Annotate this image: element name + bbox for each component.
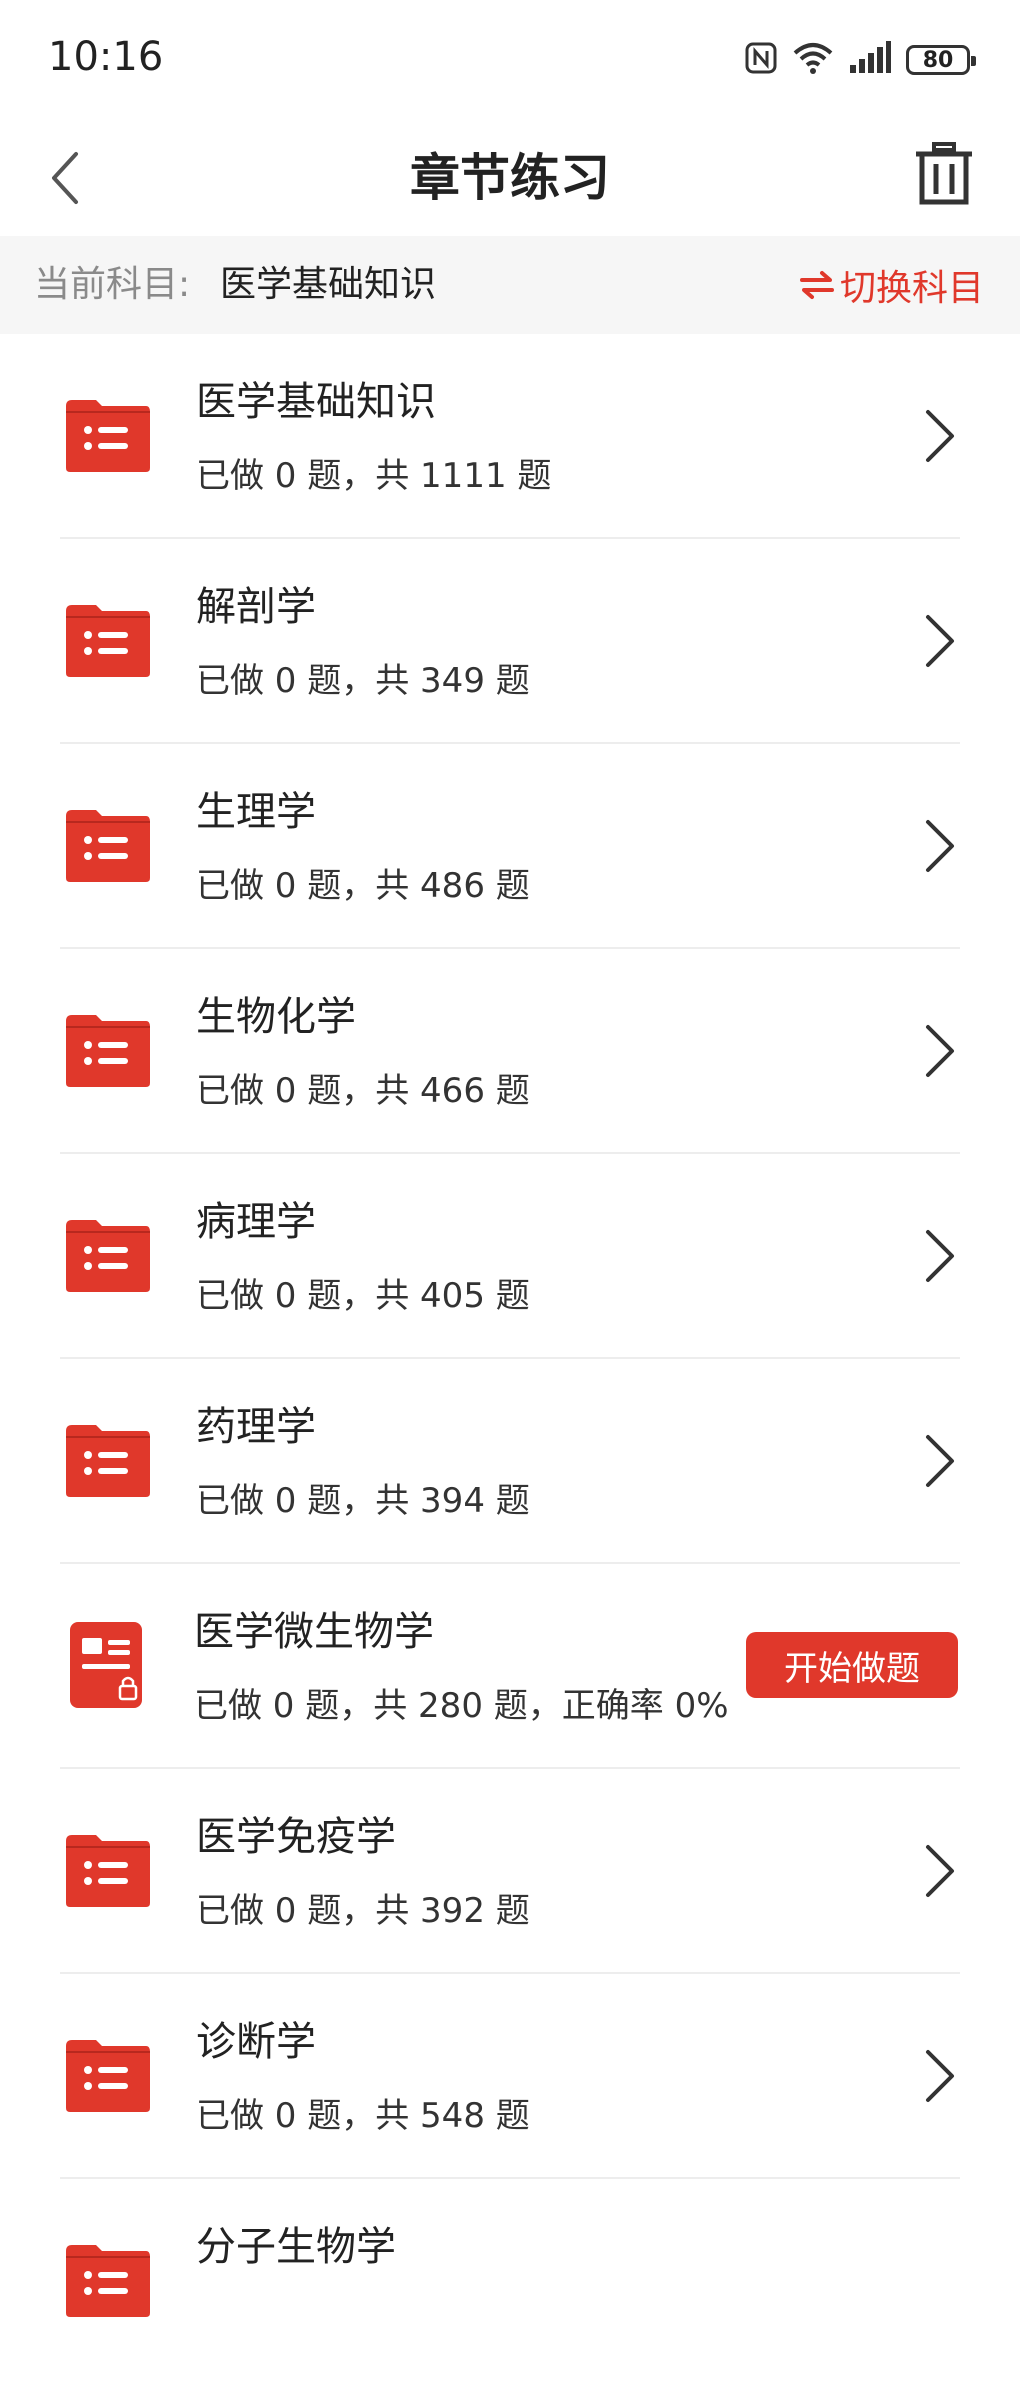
chevron-right-icon bbox=[926, 1230, 954, 1282]
folder-list-icon bbox=[66, 2040, 150, 2112]
folder-list-icon bbox=[66, 1835, 150, 1907]
chapter-title: 生理学 bbox=[196, 789, 316, 835]
chapter-item[interactable]: 生物化学 已做 0 题，共 466 题 bbox=[0, 949, 1020, 1154]
chapter-title: 医学免疫学 bbox=[196, 1814, 396, 1860]
chapter-progress: 已做 0 题，共 466 题 bbox=[196, 1071, 530, 1111]
chapter-title: 药理学 bbox=[196, 1404, 316, 1450]
chevron-right-icon bbox=[926, 820, 954, 872]
folder-list-icon bbox=[66, 2245, 150, 2317]
start-practice-button[interactable]: 开始做题 bbox=[746, 1632, 958, 1698]
chapter-item[interactable]: 诊断学 已做 0 题，共 548 题 bbox=[0, 1974, 1020, 2179]
folder-list-icon bbox=[66, 810, 150, 882]
chapter-title: 医学基础知识 bbox=[196, 379, 436, 425]
subject-value: 医学基础知识 bbox=[220, 264, 437, 305]
status-time: 10:16 bbox=[48, 34, 164, 80]
folder-list-icon bbox=[66, 400, 150, 472]
chapter-progress: 已做 0 题，共 349 题 bbox=[196, 661, 530, 701]
chapter-item[interactable]: 病理学 已做 0 题，共 405 题 bbox=[0, 1154, 1020, 1359]
header: 章节练习 bbox=[0, 120, 1020, 236]
switch-subject-button[interactable]: 切换科目 bbox=[799, 260, 984, 310]
chapter-progress: 已做 0 题，共 405 题 bbox=[196, 1276, 530, 1316]
nfc-icon bbox=[744, 41, 778, 79]
folder-list-icon bbox=[66, 1220, 150, 1292]
chevron-right-icon bbox=[926, 1435, 954, 1487]
battery-icon: 80 bbox=[906, 45, 976, 75]
page-title: 章节练习 bbox=[410, 149, 610, 207]
chapter-progress: 已做 0 题，共 486 题 bbox=[196, 866, 530, 906]
locked-exam-icon bbox=[70, 1622, 142, 1708]
chapter-item[interactable]: 分子生物学 bbox=[0, 2179, 1020, 2384]
folder-list-icon bbox=[66, 1015, 150, 1087]
chevron-right-icon bbox=[926, 1025, 954, 1077]
chapter-item[interactable]: 解剖学 已做 0 题，共 349 题 bbox=[0, 539, 1020, 744]
chapter-title: 病理学 bbox=[196, 1199, 316, 1245]
chapter-item[interactable]: 药理学 已做 0 题，共 394 题 bbox=[0, 1359, 1020, 1564]
status-icons: 80 bbox=[744, 38, 976, 82]
chapter-list: 医学基础知识 已做 0 题，共 1111 题 解剖学 已做 0 题，共 349 … bbox=[0, 334, 1020, 2384]
chapter-item[interactable]: 医学免疫学 已做 0 题，共 392 题 bbox=[0, 1769, 1020, 1974]
chapter-title: 解剖学 bbox=[196, 584, 316, 630]
delete-button[interactable] bbox=[904, 134, 984, 214]
chapter-progress: 已做 0 题，共 392 题 bbox=[196, 1891, 530, 1931]
chevron-right-icon bbox=[926, 410, 954, 462]
chapter-item[interactable]: 生理学 已做 0 题，共 486 题 bbox=[0, 744, 1020, 949]
swap-icon bbox=[799, 271, 834, 299]
chapter-title: 诊断学 bbox=[196, 2019, 316, 2065]
chapter-progress: 已做 0 题，共 548 题 bbox=[196, 2096, 530, 2136]
chapter-item-locked[interactable]: 医学微生物学 已做 0 题，共 280 题，正确率 0% 开始做题 bbox=[0, 1564, 1020, 1769]
chapter-title: 分子生物学 bbox=[196, 2224, 396, 2270]
chapter-progress: 已做 0 题，共 280 题，正确率 0% bbox=[194, 1686, 729, 1726]
switch-subject-label: 切换科目 bbox=[839, 268, 984, 309]
folder-list-icon bbox=[66, 1425, 150, 1497]
trash-icon bbox=[916, 142, 972, 205]
signal-icon bbox=[848, 41, 892, 79]
chevron-right-icon bbox=[926, 615, 954, 667]
chapter-item[interactable]: 医学基础知识 已做 0 题，共 1111 题 bbox=[0, 334, 1020, 539]
subject-label: 当前科目: bbox=[34, 264, 191, 305]
subject-bar: 当前科目: 医学基础知识 切换科目 bbox=[0, 236, 1020, 334]
chevron-right-icon bbox=[926, 2050, 954, 2102]
chapter-title: 医学微生物学 bbox=[194, 1609, 434, 1655]
wifi-icon bbox=[792, 41, 834, 79]
status-bar: 10:16 80 bbox=[0, 0, 1020, 120]
folder-list-icon bbox=[66, 605, 150, 677]
chapter-title: 生物化学 bbox=[196, 994, 356, 1040]
chevron-right-icon bbox=[926, 1845, 954, 1897]
chapter-progress: 已做 0 题，共 1111 题 bbox=[196, 456, 552, 496]
chapter-progress: 已做 0 题，共 394 题 bbox=[196, 1481, 530, 1521]
